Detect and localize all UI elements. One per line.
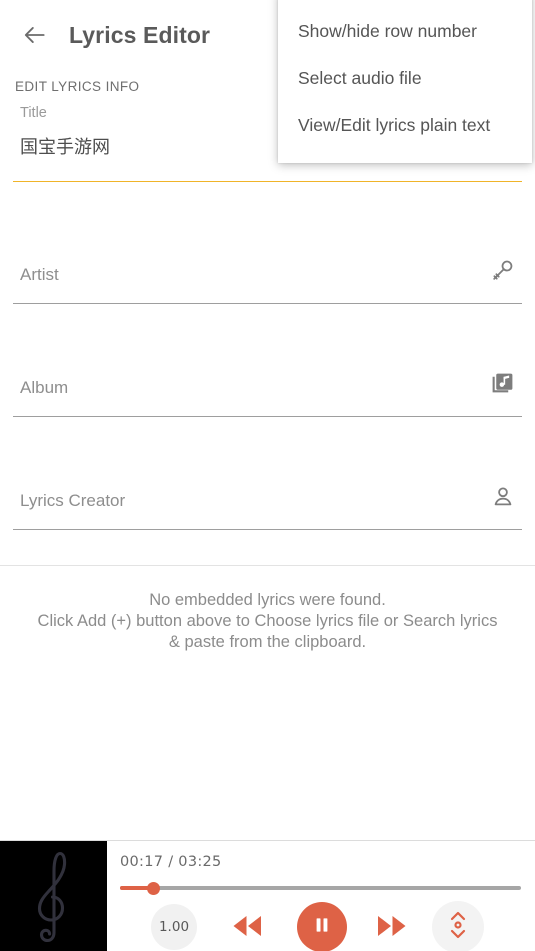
page-title: Lyrics Editor [69, 21, 211, 48]
play-pause-button[interactable] [297, 902, 347, 951]
empty-state-line-2: Click Add (+) button above to Choose lyr… [37, 612, 498, 630]
seek-slider[interactable] [120, 881, 521, 895]
empty-state-line-3: & paste from the clipboard. [168, 633, 367, 651]
empty-state-message: No embedded lyrics were found. Click Add… [0, 590, 535, 653]
rewind-icon [231, 916, 264, 943]
section-header: EDIT LYRICS INFO [15, 79, 140, 94]
player-bar: 00:17 / 03:25 1.00 [0, 840, 535, 951]
treble-clef-icon [15, 844, 93, 949]
playback-time: 00:17 / 03:25 [120, 854, 222, 870]
transport-controls: 1.00 [107, 901, 535, 951]
scroll-sync-button[interactable] [432, 901, 484, 951]
lyrics-creator-field-underline [13, 529, 522, 530]
back-button[interactable] [13, 13, 57, 57]
album-music-icon [490, 371, 515, 396]
menu-item-select-audio-file[interactable]: Select audio file [278, 55, 532, 102]
player-controls-area: 00:17 / 03:25 1.00 [107, 841, 535, 951]
seek-track [120, 886, 521, 890]
person-icon-button[interactable] [491, 485, 515, 509]
artist-field-underline [13, 303, 522, 304]
album-art-thumbnail[interactable] [0, 841, 107, 951]
menu-item-show-hide-row-number[interactable]: Show/hide row number [278, 8, 532, 55]
rewind-button[interactable] [231, 913, 264, 944]
lyrics-creator-field-row[interactable]: Lyrics Creator [13, 485, 522, 511]
lyrics-editor-screen: Lyrics Editor EDIT LYRICS INFO Title 国宝手… [0, 0, 535, 951]
overflow-menu: Show/hide row number Select audio file V… [278, 0, 532, 163]
arrow-left-icon [22, 22, 48, 48]
content-divider [0, 565, 535, 566]
fast-forward-button[interactable] [375, 913, 408, 944]
pause-icon [312, 915, 332, 940]
fast-forward-icon [375, 916, 408, 943]
artist-field-row[interactable]: Artist [13, 258, 522, 285]
title-input[interactable]: 国宝手游网 [13, 133, 110, 159]
album-input[interactable]: Album [13, 378, 68, 398]
album-music-icon-button[interactable] [490, 371, 515, 396]
person-icon [491, 485, 515, 509]
scroll-updown-icon [447, 910, 469, 945]
microphone-icon [490, 258, 515, 283]
seek-thumb[interactable] [146, 882, 160, 895]
microphone-icon-button[interactable] [490, 258, 515, 283]
artist-field-group[interactable]: Artist [13, 258, 522, 304]
artist-input[interactable]: Artist [13, 265, 59, 285]
menu-item-view-edit-lyrics-plain-text[interactable]: View/Edit lyrics plain text [278, 102, 532, 149]
title-field-underline [13, 181, 522, 183]
album-field-group[interactable]: Album [13, 371, 522, 417]
playback-speed-button[interactable]: 1.00 [151, 904, 197, 950]
album-field-underline [13, 416, 522, 417]
album-field-row[interactable]: Album [13, 371, 522, 398]
lyrics-creator-field-group[interactable]: Lyrics Creator [13, 485, 522, 530]
lyrics-creator-input[interactable]: Lyrics Creator [13, 491, 125, 511]
empty-state-line-1: No embedded lyrics were found. [149, 591, 386, 609]
